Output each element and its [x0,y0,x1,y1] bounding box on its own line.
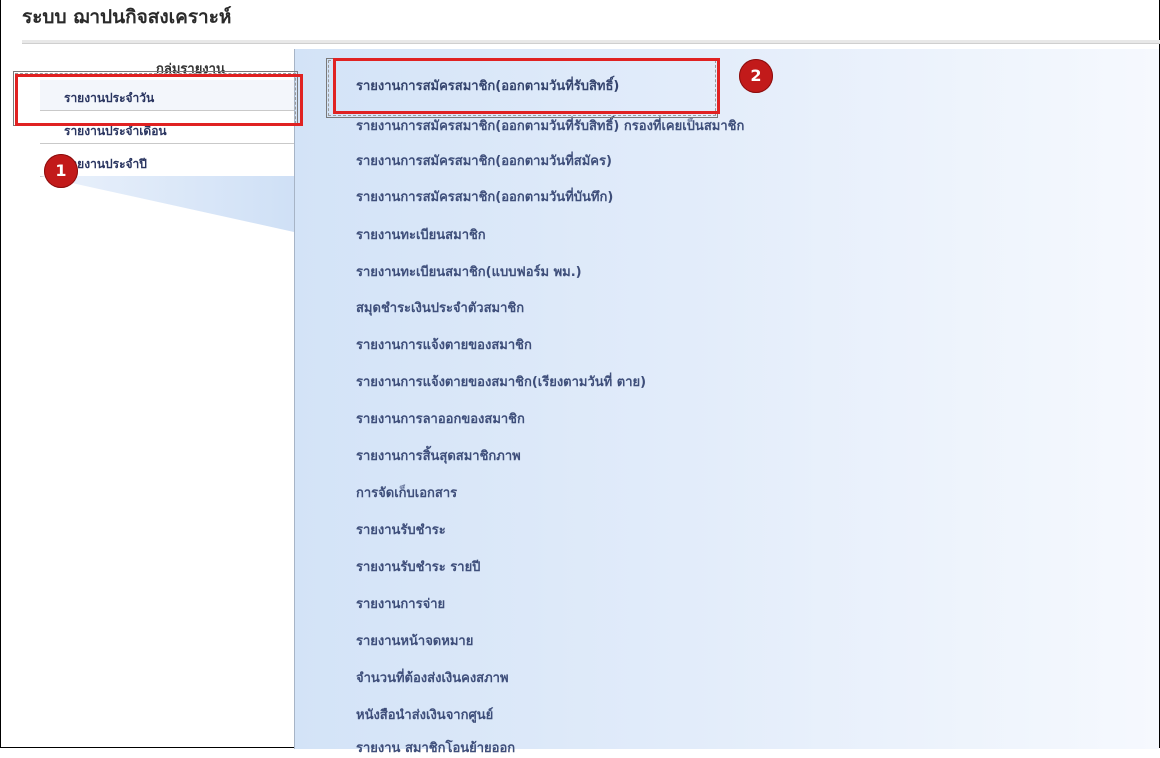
report-link[interactable]: รายงานการสมัครสมาชิก(ออกตามวันที่รับสิทธ… [356,115,744,136]
report-link[interactable]: รายงานการแจ้งตายของสมาชิก [356,334,532,355]
title-divider [22,40,1160,44]
report-link[interactable]: รายงานการแจ้งตายของสมาชิก(เรียงตามวันที่… [356,371,646,392]
step-badge-2: 2 [739,59,773,93]
highlight-box-report [333,58,720,114]
report-link[interactable]: รายงานรับชำระ รายปี [356,556,480,577]
report-link[interactable]: รายงานการสิ้นสุดสมาชิกภาพ [356,445,521,466]
highlight-box-daily [15,74,303,126]
report-link[interactable]: การจัดเก็บเอกสาร [356,482,457,503]
report-link[interactable]: รายงาน สมาชิกโอนย้ายออก [356,737,515,758]
report-link[interactable]: จำนวนที่ต้องส่งเงินคงสภาพ [356,667,509,688]
report-link[interactable]: รายงานรับชำระ [356,519,446,540]
report-link[interactable]: รายงานการจ่าย [356,593,445,614]
sidebar-item-yearly[interactable]: รายงานประจำปี [40,146,294,177]
report-link[interactable]: หนังสือนำส่งเงินจากศูนย์ [356,704,493,725]
report-link[interactable]: รายงานการสมัครสมาชิก(ออกตามวันที่บันทึก) [356,186,613,207]
report-link[interactable]: สมุดชำระเงินประจำตัวสมาชิก [356,297,524,318]
report-link[interactable]: รายงานหน้าจดหมาย [356,630,473,651]
report-link[interactable]: รายงานทะเบียนสมาชิก(แบบฟอร์ม พม.) [356,261,582,282]
page-title: ระบบ ฌาปนกิจสงเคราะห์ [22,6,232,28]
report-link[interactable]: รายงานทะเบียนสมาชิก [356,224,486,245]
report-link[interactable]: รายงานการสมัครสมาชิก(ออกตามวันที่สมัคร) [356,150,612,171]
report-link[interactable]: รายงานการลาออกของสมาชิก [356,408,525,429]
sidebar-wedge-decoration [40,176,294,232]
step-badge-1: 1 [44,154,78,188]
